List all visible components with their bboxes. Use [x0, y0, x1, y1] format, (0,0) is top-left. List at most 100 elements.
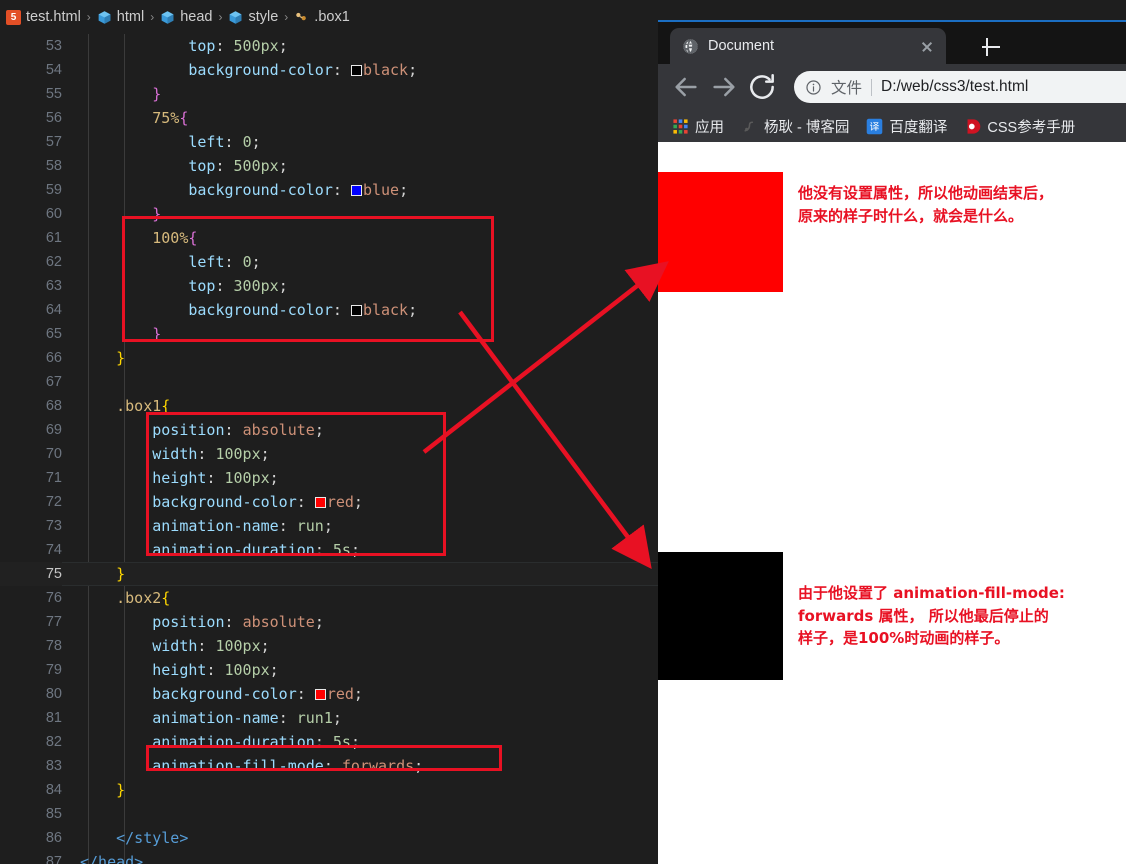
code-line[interactable]: 71 height: 100px; — [0, 466, 660, 490]
line-number: 80 — [45, 686, 62, 702]
color-swatch-icon[interactable] — [314, 689, 326, 700]
line-number: 55 — [45, 86, 62, 102]
address-bar[interactable]: 文件 D:/web/css3/test.html — [794, 71, 1126, 103]
code-line[interactable]: 73 animation-name: run; — [0, 514, 660, 538]
tab-strip: Document — [658, 22, 1126, 64]
code-surface[interactable]: 53 top: 500px; 54 background-color: black… — [0, 34, 660, 864]
line-number: 54 — [45, 62, 62, 78]
code-token: top — [188, 37, 216, 55]
code-token: : — [215, 277, 234, 295]
breadcrumb-item-head[interactable]: head — [160, 9, 212, 25]
breadcrumb[interactable]: 5 test.html › html › head › style › .box1 — [0, 0, 660, 34]
code-line[interactable]: 85 — [0, 802, 660, 826]
bookmark-item[interactable]: CSS参考手册 — [964, 116, 1075, 137]
code-line[interactable]: 86 </style> — [0, 826, 660, 850]
code-line[interactable]: 79 height: 100px; — [0, 658, 660, 682]
line-number: 74 — [45, 542, 62, 558]
bookmark-item[interactable]: 应用 — [672, 116, 724, 137]
code-line[interactable]: 64 background-color: black; — [0, 298, 660, 322]
breadcrumb-label: style — [248, 9, 279, 25]
line-number: 57 — [45, 134, 62, 150]
code-token: left — [188, 253, 225, 271]
code-text: background-color: black; — [80, 298, 417, 322]
code-token: : — [278, 709, 297, 727]
code-token: ; — [314, 613, 324, 631]
code-line[interactable]: 72 background-color: red; — [0, 490, 660, 514]
apps-grid-icon — [672, 118, 689, 135]
color-swatch-icon[interactable] — [350, 305, 362, 316]
code-line[interactable]: 78 width: 100px; — [0, 634, 660, 658]
code-line[interactable]: 63 top: 300px; — [0, 274, 660, 298]
code-line[interactable]: 59 background-color: blue; — [0, 178, 660, 202]
reload-icon[interactable] — [746, 71, 778, 103]
code-line[interactable]: 61 100%{ — [0, 226, 660, 250]
breadcrumb-label: .box1 — [314, 9, 350, 25]
code-line[interactable]: 58 top: 500px; — [0, 154, 660, 178]
code-line[interactable]: 67 — [0, 370, 660, 394]
code-line[interactable]: 56 75%{ — [0, 106, 660, 130]
info-circle-icon[interactable] — [805, 79, 822, 96]
code-line[interactable]: 74 animation-duration: 5s; — [0, 538, 660, 562]
bookmark-label: 百度翻译 — [889, 119, 948, 136]
code-line[interactable]: 68 .box1{ — [0, 394, 660, 418]
code-line[interactable]: 53 top: 500px; — [0, 34, 660, 58]
code-line[interactable]: 62 left: 0; — [0, 250, 660, 274]
code-line[interactable]: 80 background-color: red; — [0, 682, 660, 706]
code-line[interactable]: 76 .box2{ — [0, 586, 660, 610]
breadcrumb-item-html[interactable]: html — [97, 9, 144, 25]
code-token: 500px — [233, 157, 279, 175]
breadcrumb-item-box1[interactable]: .box1 — [294, 9, 350, 25]
code-line[interactable]: 54 background-color: black; — [0, 58, 660, 82]
breadcrumb-item-testhtml[interactable]: 5 test.html — [6, 9, 81, 25]
code-line[interactable]: 55 } — [0, 82, 660, 106]
forward-arrow-icon[interactable] — [708, 71, 740, 103]
line-number: 53 — [45, 38, 62, 54]
code-line[interactable]: 82 animation-duration: 5s; — [0, 730, 660, 754]
code-token: ; — [269, 469, 279, 487]
breadcrumb-item-style[interactable]: style — [228, 9, 278, 25]
code-token: ; — [278, 157, 288, 175]
code-line[interactable]: 60 } — [0, 202, 660, 226]
code-token: ; — [323, 517, 333, 535]
code-line[interactable]: 66 } — [0, 346, 660, 370]
code-token: : — [296, 493, 315, 511]
line-number: 77 — [45, 614, 62, 630]
bookmark-item[interactable]: 杨耿 - 博客园 — [741, 116, 849, 137]
code-token: height — [152, 469, 207, 487]
code-token: } — [152, 205, 162, 223]
bookmark-item[interactable]: 译百度翻译 — [866, 116, 947, 137]
code-token: ; — [414, 757, 424, 775]
bookmark-label: CSS参考手册 — [987, 119, 1076, 136]
code-line[interactable]: 77 position: absolute; — [0, 610, 660, 634]
code-token: ; — [314, 421, 324, 439]
code-token: : — [215, 37, 234, 55]
code-line[interactable]: 81 animation-name: run1; — [0, 706, 660, 730]
code-token: : — [314, 733, 333, 751]
code-token: : — [206, 469, 225, 487]
back-arrow-icon[interactable] — [670, 71, 702, 103]
close-icon[interactable] — [916, 35, 938, 57]
code-line[interactable]: 69 position: absolute; — [0, 418, 660, 442]
property-icon — [296, 12, 307, 20]
line-number: 60 — [45, 206, 62, 222]
color-swatch-icon[interactable] — [350, 185, 362, 196]
code-line[interactable]: 84 } — [0, 778, 660, 802]
code-line[interactable]: 65 } — [0, 322, 660, 346]
new-tab-button[interactable] — [978, 34, 1004, 60]
code-line[interactable]: 57 left: 0; — [0, 130, 660, 154]
code-token: } — [116, 349, 126, 367]
breadcrumb-label: html — [116, 9, 145, 25]
code-line[interactable]: 70 width: 100px; — [0, 442, 660, 466]
code-text: background-color: blue; — [80, 178, 408, 202]
code-line[interactable]: 87 </head> — [0, 850, 660, 864]
code-token: : — [323, 757, 342, 775]
browser-tab[interactable]: Document — [670, 28, 946, 64]
code-line[interactable]: 83 animation-fill-mode: forwards; — [0, 754, 660, 778]
line-number: 66 — [45, 350, 62, 366]
color-swatch-icon[interactable] — [350, 65, 362, 76]
code-token: 5s — [332, 541, 351, 559]
code-line[interactable]: 75 } — [0, 562, 660, 586]
color-swatch-icon[interactable] — [314, 497, 326, 508]
bookmark-label: 应用 — [695, 119, 724, 136]
url-text[interactable]: D:/web/css3/test.html — [881, 78, 1028, 96]
